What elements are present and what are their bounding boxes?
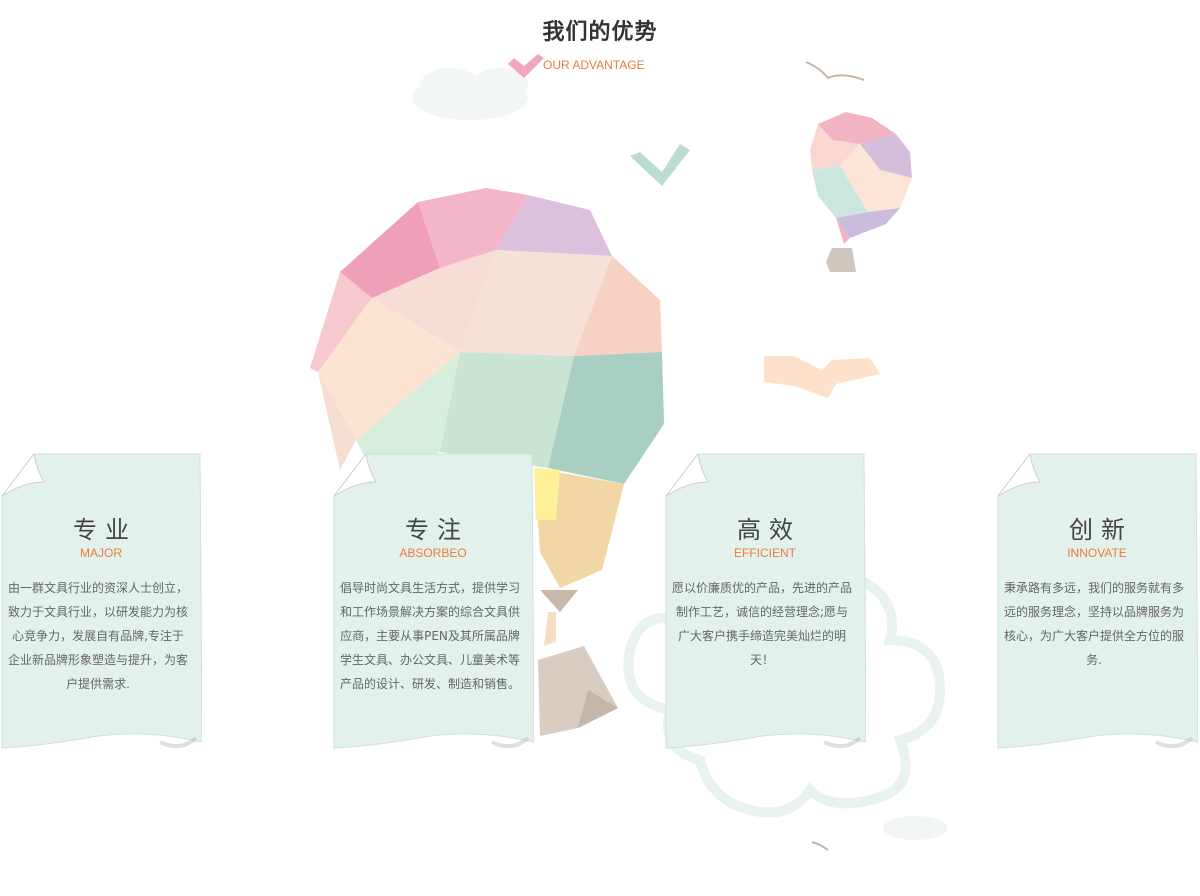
advantage-card-innovate: 创新 INNOVATE 秉承路有多远，我们的服务就有多远的服务理念，坚持以品牌服… xyxy=(996,452,1198,750)
card-title: 专业 xyxy=(73,516,137,544)
card-title: 专注 xyxy=(405,516,469,544)
advantage-card-major: 专业 MAJOR 由一群文具行业的资深人士创立，致力于文具行业，以研发能力为核心… xyxy=(0,452,202,750)
section-title: 我们的优势 xyxy=(542,20,658,45)
advantage-card-efficient: 高效 EFFICIENT 愿以价廉质优的产品，先进的产品制作工艺，诚信的经营理念… xyxy=(664,452,866,750)
card-subtitle: MAJOR xyxy=(80,546,122,560)
card-subtitle: INNOVATE xyxy=(1067,546,1127,560)
cloud-icon xyxy=(883,816,947,840)
card-description: 倡导时尚文具生活方式，提供学习和工作场景解决方案的综合文具供应商，主要从事PEN… xyxy=(340,581,521,691)
bird-icon xyxy=(811,841,829,851)
bird-icon xyxy=(805,61,865,81)
section-subtitle: OUR ADVANTAGE xyxy=(543,58,645,72)
checkmark-icon xyxy=(630,144,690,186)
cloud-icon xyxy=(412,68,528,120)
card-title: 高效 xyxy=(737,516,801,544)
card-title: 创新 xyxy=(1069,516,1133,544)
advantage-section: 我们的优势 OUR ADVANTAGE 专业 MAJOR 由一群文具行业的资深人… xyxy=(0,0,1200,896)
open-book-icon xyxy=(764,356,880,398)
advantage-card-absorbeo: 专注 ABSORBEO 倡导时尚文具生活方式，提供学习和工作场景解决方案的综合文… xyxy=(332,452,534,750)
hot-air-balloon-small-icon xyxy=(810,112,912,272)
background-illustration xyxy=(310,54,947,851)
card-subtitle: ABSORBEO xyxy=(399,546,467,560)
card-description: 由一群文具行业的资深人士创立，致力于文具行业，以研发能力为核心竞争力，发展自有品… xyxy=(8,581,189,691)
card-subtitle: EFFICIENT xyxy=(734,546,796,560)
card-description: 愿以价廉质优的产品，先进的产品制作工艺，诚信的经营理念;愿与广大客户携手缔造完美… xyxy=(672,581,853,667)
card-description: 秉承路有多远，我们的服务就有多远的服务理念，坚持以品牌服务为核心，为广大客户提供… xyxy=(1004,581,1185,667)
